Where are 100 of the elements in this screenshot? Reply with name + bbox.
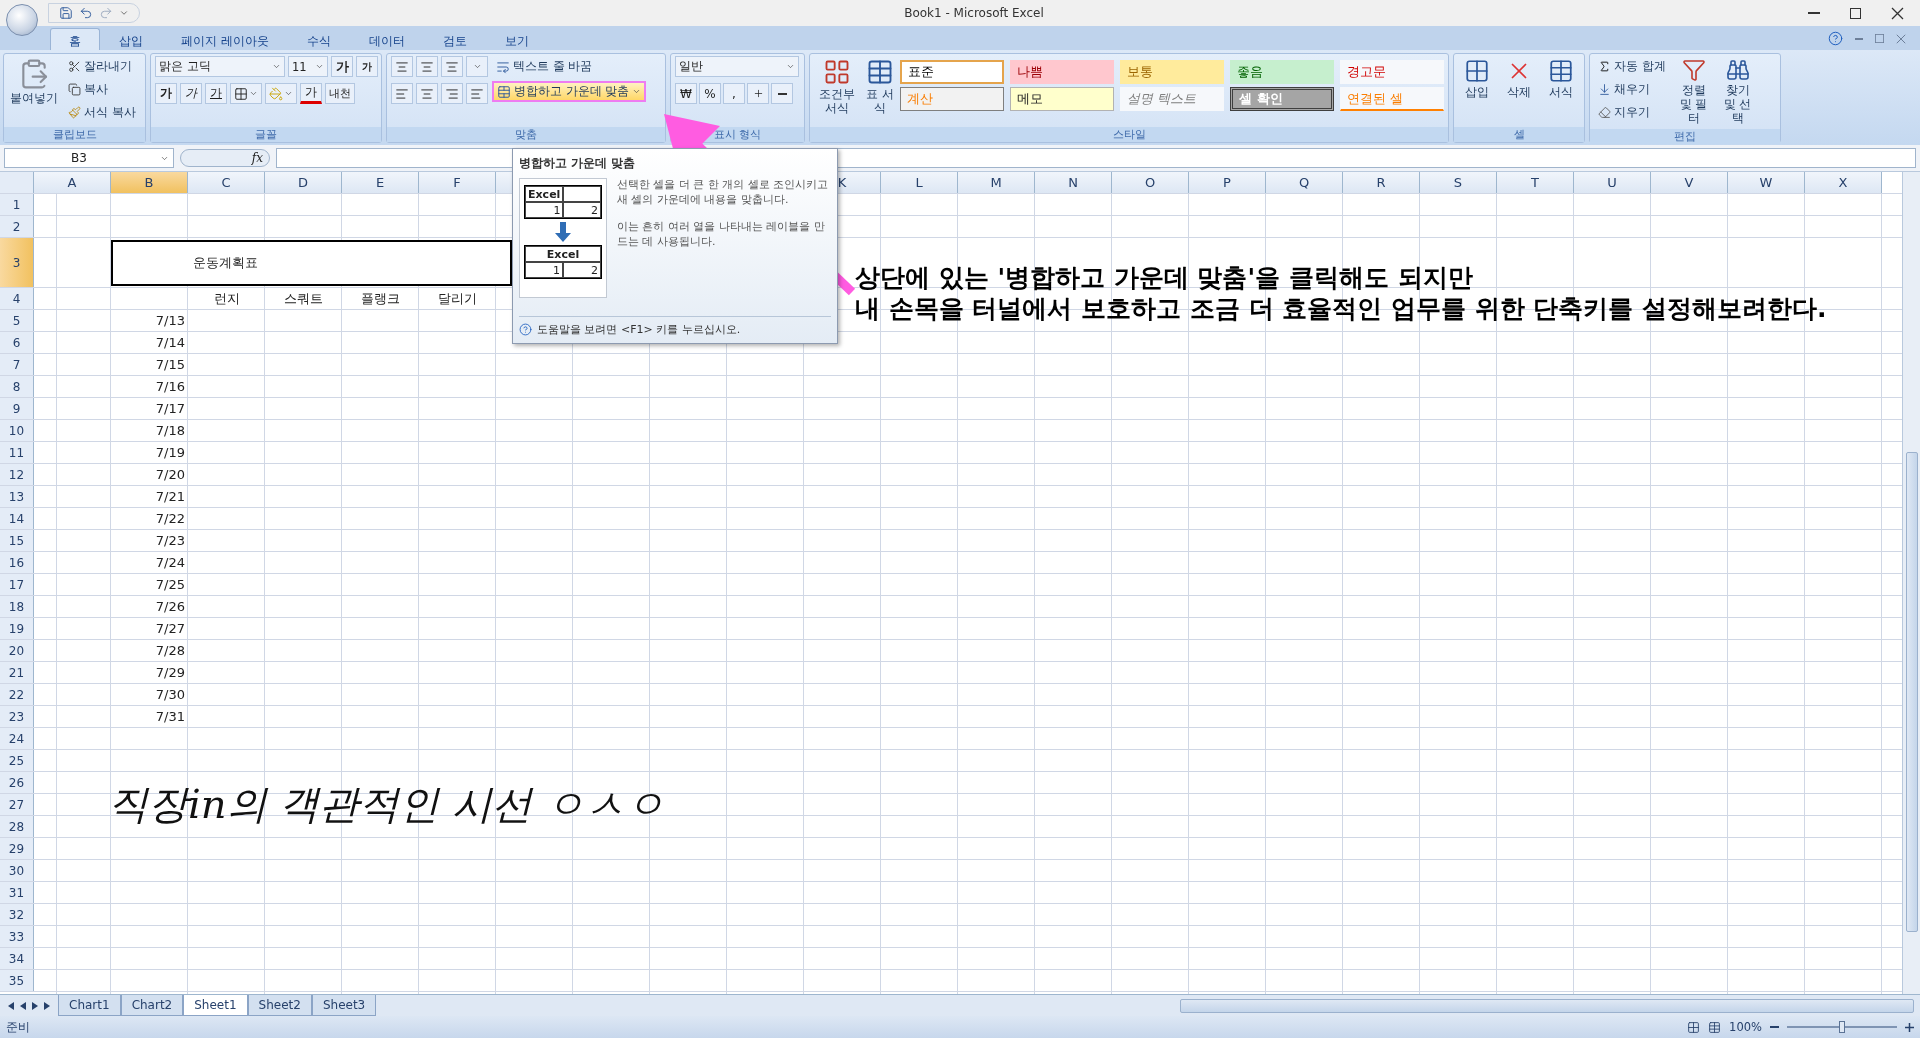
- insert-function-button[interactable]: fx: [180, 149, 270, 167]
- borders-button[interactable]: [230, 83, 262, 104]
- row-header[interactable]: 26: [0, 772, 34, 793]
- align-top-button[interactable]: [391, 56, 413, 77]
- row-header[interactable]: 30: [0, 860, 34, 881]
- phonetic-button[interactable]: 내천: [325, 83, 355, 104]
- comma-button[interactable]: ,: [723, 83, 745, 104]
- number-format-select[interactable]: 일반: [675, 56, 799, 77]
- row-header[interactable]: 25: [0, 750, 34, 771]
- sheet-tab[interactable]: Chart1: [58, 995, 121, 1016]
- align-bottom-button[interactable]: [441, 56, 463, 77]
- row-header[interactable]: 16: [0, 552, 34, 573]
- scrollbar-thumb[interactable]: [1180, 998, 1914, 1013]
- ribbon-tab[interactable]: 수식: [287, 28, 350, 50]
- merge-center-button[interactable]: 병합하고 가운데 맞춤: [492, 81, 647, 102]
- cell-style-option[interactable]: 좋음: [1230, 60, 1334, 84]
- shrink-button[interactable]: 가: [356, 56, 378, 77]
- select-all-corner[interactable]: [0, 172, 34, 193]
- row-header[interactable]: 7: [0, 354, 34, 375]
- zoom-slider-thumb[interactable]: [1839, 1021, 1845, 1033]
- cell-style-option[interactable]: 나쁨: [1010, 60, 1114, 84]
- row-header[interactable]: 14: [0, 508, 34, 529]
- row-header[interactable]: 24: [0, 728, 34, 749]
- row-header[interactable]: 17: [0, 574, 34, 595]
- cell-style-option[interactable]: 메모: [1010, 87, 1114, 111]
- currency-button[interactable]: ₩: [675, 83, 697, 104]
- autosum-button[interactable]: 자동 합계: [1594, 56, 1670, 77]
- row-header[interactable]: 12: [0, 464, 34, 485]
- underline-button[interactable]: 가: [205, 83, 227, 104]
- row-header[interactable]: 29: [0, 838, 34, 859]
- row-header[interactable]: 9: [0, 398, 34, 419]
- ribbon-tab[interactable]: 데이터: [349, 28, 424, 50]
- column-header[interactable]: X: [1805, 172, 1882, 193]
- column-header[interactable]: V: [1651, 172, 1728, 193]
- decrease-decimal-button[interactable]: [771, 83, 793, 104]
- column-header[interactable]: B: [111, 172, 188, 193]
- row-header[interactable]: 13: [0, 486, 34, 507]
- align-middle-button[interactable]: [416, 56, 438, 77]
- row-header[interactable]: 32: [0, 904, 34, 925]
- name-box[interactable]: B3: [4, 148, 174, 168]
- column-header[interactable]: C: [188, 172, 265, 193]
- cell-style-option[interactable]: 보통: [1120, 60, 1224, 84]
- delete-button[interactable]: 삭제: [1504, 56, 1534, 125]
- align-right-button[interactable]: [441, 83, 463, 104]
- scrollbar-thumb[interactable]: [1905, 452, 1918, 932]
- row-header[interactable]: 22: [0, 684, 34, 705]
- wrap-text-button[interactable]: 텍스트 줄 바꿈: [492, 56, 647, 77]
- row-header[interactable]: 1: [0, 194, 34, 215]
- sheet-tab[interactable]: Sheet1: [183, 995, 248, 1016]
- row-header[interactable]: 28: [0, 816, 34, 837]
- row-header[interactable]: 20: [0, 640, 34, 661]
- copy-button[interactable]: 복사: [64, 79, 140, 100]
- column-header[interactable]: R: [1343, 172, 1420, 193]
- format-painter-button[interactable]: 서식 복사: [64, 102, 140, 123]
- column-header[interactable]: O: [1112, 172, 1189, 193]
- column-header[interactable]: T: [1497, 172, 1574, 193]
- column-header[interactable]: W: [1728, 172, 1805, 193]
- fill-button[interactable]: 채우기: [1594, 79, 1670, 100]
- column-header[interactable]: E: [342, 172, 419, 193]
- ribbon-tab[interactable]: 검토: [423, 28, 486, 50]
- increase-decimal-button[interactable]: [747, 83, 769, 104]
- row-header[interactable]: 27: [0, 794, 34, 815]
- row-header[interactable]: 23: [0, 706, 34, 727]
- indent-button[interactable]: [466, 83, 488, 104]
- bold-button[interactable]: 가: [155, 83, 177, 104]
- format-button[interactable]: 서식: [1546, 56, 1576, 125]
- cut-button[interactable]: 잘라내기: [64, 56, 140, 77]
- row-header[interactable]: 3: [0, 238, 34, 287]
- row-header[interactable]: 4: [0, 288, 34, 309]
- sheet-tab[interactable]: Sheet2: [247, 995, 312, 1016]
- ribbon-tab[interactable]: 홈: [50, 28, 100, 50]
- sheet-tab[interactable]: Chart2: [120, 995, 184, 1016]
- column-header[interactable]: F: [419, 172, 496, 193]
- row-header[interactable]: 19: [0, 618, 34, 639]
- column-header[interactable]: L: [881, 172, 958, 193]
- ribbon-tab[interactable]: 페이지 레이아웃: [162, 28, 288, 50]
- conditional-format-button[interactable]: 조건부 서식: [814, 56, 860, 125]
- column-header[interactable]: N: [1035, 172, 1112, 193]
- column-header[interactable]: A: [34, 172, 111, 193]
- align-left-button[interactable]: [391, 83, 413, 104]
- column-header[interactable]: M: [958, 172, 1035, 193]
- fill-color-button[interactable]: [265, 83, 297, 104]
- table-format-button[interactable]: 표 서식: [864, 56, 896, 125]
- grow-button[interactable]: 가: [331, 56, 353, 77]
- percent-button[interactable]: %: [699, 83, 721, 104]
- row-header[interactable]: 21: [0, 662, 34, 683]
- row-header[interactable]: 5: [0, 310, 34, 331]
- column-header[interactable]: U: [1574, 172, 1651, 193]
- font-color-button[interactable]: 가: [300, 83, 322, 104]
- row-header[interactable]: 35: [0, 970, 34, 991]
- find-select-button[interactable]: 찾기 및 선택: [1717, 56, 1758, 128]
- italic-button[interactable]: 가: [180, 83, 202, 104]
- clear-button[interactable]: 지우기: [1594, 102, 1670, 123]
- sort-filter-button[interactable]: 정렬 및 필터: [1673, 56, 1714, 128]
- row-header[interactable]: 34: [0, 948, 34, 969]
- insert-button[interactable]: 삽입: [1462, 56, 1492, 125]
- column-header[interactable]: D: [265, 172, 342, 193]
- column-header[interactable]: P: [1189, 172, 1266, 193]
- font-size-select[interactable]: 11: [288, 56, 328, 77]
- paste-button[interactable]: 붙여넣기: [8, 56, 60, 125]
